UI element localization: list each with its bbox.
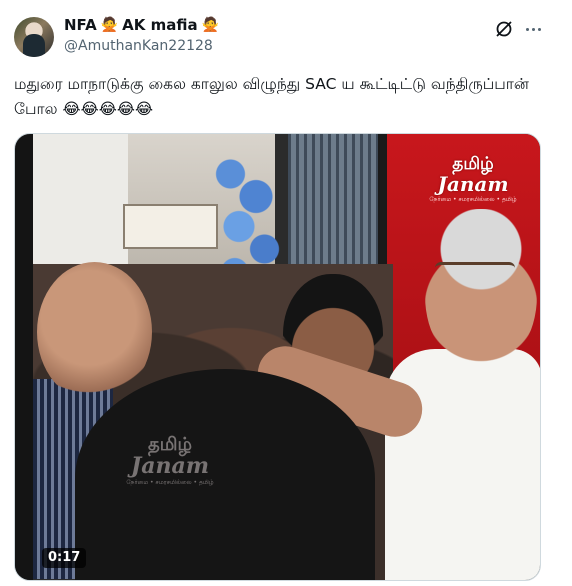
more-icon[interactable] xyxy=(520,18,546,40)
watermark-logo-top: தமிழ் Janam நேர்மை • சமரசமில்லை • தமிழ் xyxy=(425,154,521,209)
scene-old-man-head xyxy=(425,209,537,369)
video-duration-badge: 0:17 xyxy=(42,548,87,568)
scene-sign xyxy=(123,204,218,249)
scene-bald-head xyxy=(37,262,152,402)
avatar-figure xyxy=(23,34,45,57)
emoji-2: 🙅 xyxy=(201,17,220,33)
tweet-text: மதுரை மாநாடுக்கு கைல காலுல விழுந்து SAC … xyxy=(14,75,529,118)
more-dot xyxy=(525,27,529,31)
scene-white-shirt xyxy=(385,349,540,580)
scene-wall xyxy=(33,134,128,284)
more-dot xyxy=(537,27,541,31)
watermark-line3: நேர்மை • சமரசமில்லை • தமிழ் xyxy=(429,196,517,203)
display-name[interactable]: NFA xyxy=(64,16,97,34)
scene-left-bar xyxy=(15,134,33,580)
video-player[interactable]: தமிழ் Janam நேர்மை • சமரசமில்லை • தமிழ் … xyxy=(14,133,541,581)
display-name-suffix[interactable]: AK mafia xyxy=(122,16,197,34)
tweet: NFA 🙅 AK mafia 🙅 @AmuthanKan22128 மதுரை … xyxy=(0,0,572,586)
scene-glasses xyxy=(435,262,515,278)
author-handle[interactable]: @AmuthanKan22128 xyxy=(64,38,213,54)
avatar[interactable] xyxy=(14,17,54,57)
more-dot xyxy=(531,27,535,31)
watermark-center-line3: நேர்மை • சமரசமில்லை • தமிழ் xyxy=(126,479,214,486)
grok-icon[interactable] xyxy=(494,19,514,39)
emoji-1: 🙅 xyxy=(100,17,119,33)
watermark-line2: Janam xyxy=(437,172,509,196)
author-name-line[interactable]: NFA 🙅 AK mafia 🙅 xyxy=(64,16,219,34)
watermark-logo-center: தமிழ் Janam நேர்மை • சமரசமில்லை • தமிழ் xyxy=(115,434,225,487)
watermark-center-line2: Janam xyxy=(130,453,210,479)
